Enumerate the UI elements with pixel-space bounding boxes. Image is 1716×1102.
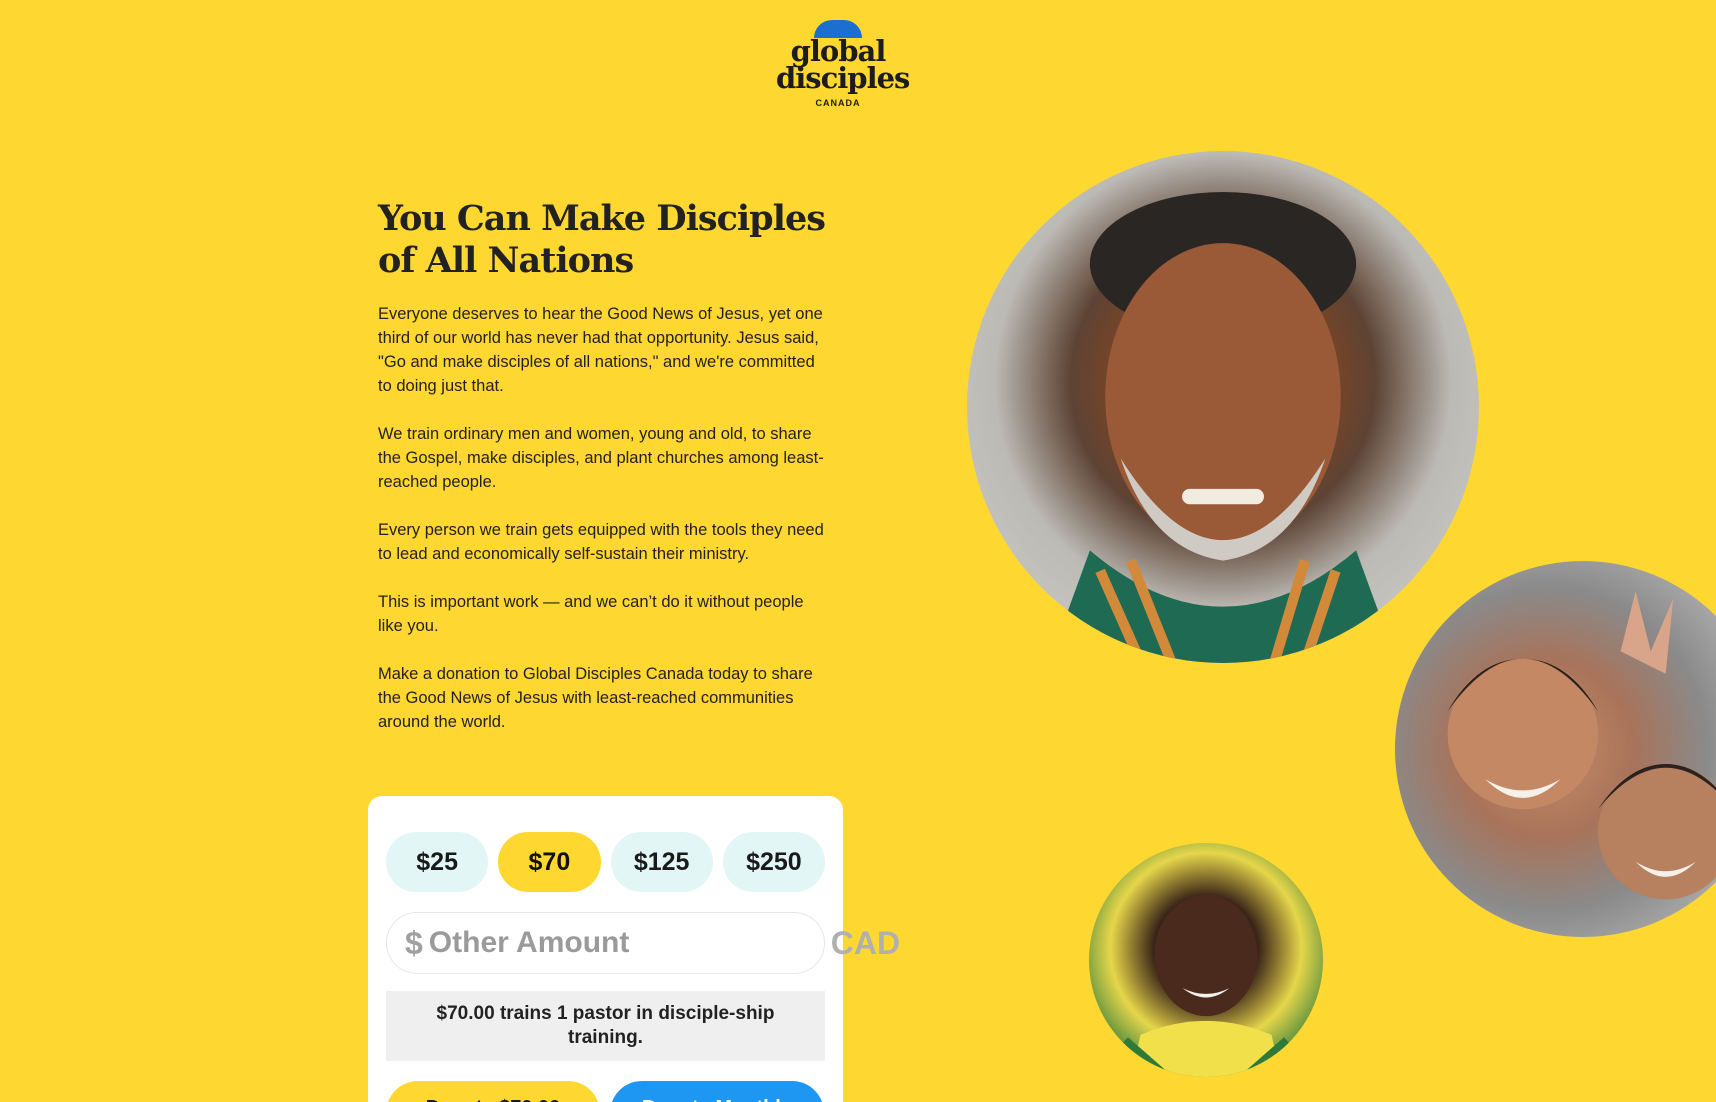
donate-once-button[interactable]: Donate $70.00 [386, 1081, 600, 1102]
photo-smiling-girl [1089, 843, 1323, 1077]
amount-options: $25 $70 $125 $250 [386, 832, 825, 892]
currency-symbol: $ [405, 924, 423, 961]
amount-button-125[interactable]: $125 [610, 832, 713, 892]
donation-card: $25 $70 $125 $250 $ CAD $70.00 trains 1 … [368, 796, 900, 1102]
photo-kids-illustration [1447, 591, 1716, 900]
logo-subtext: CANADA [815, 98, 861, 108]
amount-button-250[interactable]: $250 [722, 832, 825, 892]
other-amount-input[interactable] [428, 926, 831, 960]
intro-paragraph: Make a donation to Global Disciples Cana… [378, 665, 813, 731]
intro-paragraph: Every person we train gets equipped with… [378, 521, 824, 563]
impact-message: $70.00 trains 1 pastor in disciple-ship … [386, 991, 825, 1061]
photo-girl-illustration [1115, 894, 1297, 1077]
other-amount-field[interactable]: $ CAD [386, 912, 900, 974]
page-title: You Can Make Disciples of All Nations [378, 198, 826, 281]
logo-text-line2: disciples [776, 61, 910, 95]
intro-paragraph: This is important work — and we can’t do… [378, 593, 804, 635]
logo[interactable]: global disciples CANADA [776, 20, 910, 124]
photo-laughing-children [1395, 561, 1716, 937]
amount-button-70[interactable]: $70 [498, 832, 601, 892]
intro-paragraph: We train ordinary men and women, young a… [378, 425, 824, 491]
photo-smiling-man [967, 151, 1479, 663]
amount-button-25[interactable]: $25 [386, 832, 489, 892]
intro-paragraph: Everyone deserves to hear the Good News … [378, 305, 823, 395]
intro-section: You Can Make Disciples of All Nations Ev… [378, 198, 828, 734]
currency-code: CAD [830, 924, 901, 961]
photo-man-illustration [1048, 191, 1398, 663]
donate-actions: Donate $70.00 Donate Monthly [386, 1081, 825, 1102]
donate-monthly-button[interactable]: Donate Monthly [610, 1081, 824, 1102]
